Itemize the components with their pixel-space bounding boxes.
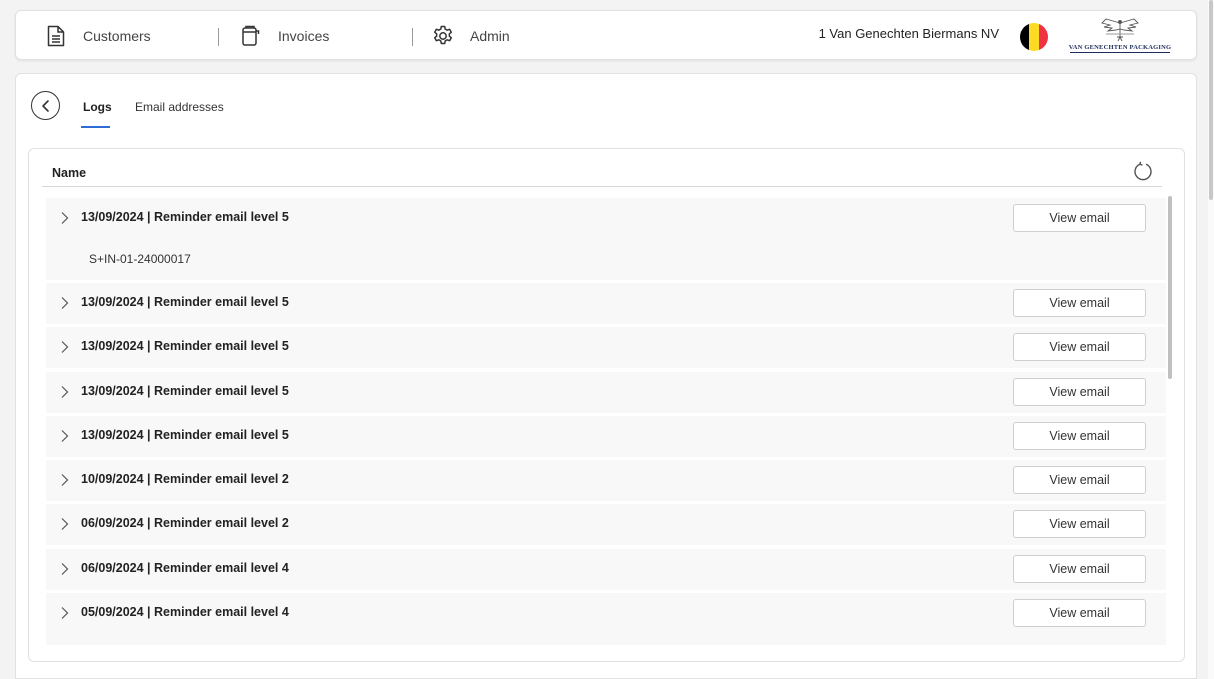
row-title: 13/09/2024 | Reminder email level 5 <box>81 339 289 353</box>
view-email-button[interactable]: View email <box>1013 510 1146 538</box>
nav-label-customers: Customers <box>83 28 151 44</box>
nav-divider <box>218 28 219 46</box>
nav-item-admin[interactable]: Admin <box>431 11 510 61</box>
invoice-icon <box>239 24 263 48</box>
row-title: 13/09/2024 | Reminder email level 5 <box>81 428 289 442</box>
row-detail-invoice-number: S+IN-01-24000017 <box>89 252 191 266</box>
belgium-flag[interactable] <box>1020 23 1048 51</box>
row-title: 13/09/2024 | Reminder email level 5 <box>81 295 289 309</box>
chevron-right-icon[interactable] <box>60 473 70 487</box>
gear-icon <box>431 24 455 48</box>
table-row[interactable]: 13/09/2024 | Reminder email level 5 View … <box>46 327 1166 368</box>
company-name[interactable]: 1 Van Genechten Biermans NV <box>819 26 999 41</box>
logo-underline <box>1070 52 1170 53</box>
document-icon <box>44 24 68 48</box>
table-row[interactable]: 06/09/2024 | Reminder email level 4 View … <box>46 549 1166 590</box>
table-row[interactable]: 13/09/2024 | Reminder email level 5 View … <box>46 372 1166 413</box>
scrollbar-thumb[interactable] <box>1168 196 1172 379</box>
table-row[interactable]: 06/09/2024 | Reminder email level 2 View … <box>46 504 1166 545</box>
view-email-button[interactable]: View email <box>1013 378 1146 406</box>
main-content-card: Logs Email addresses Name 13/09/2024 | R… <box>15 73 1197 679</box>
page-scrollbar-thumb[interactable] <box>1209 0 1213 200</box>
table-row[interactable]: 10/09/2024 | Reminder email level 2 View … <box>46 460 1166 501</box>
chevron-right-icon[interactable] <box>60 517 70 531</box>
table-scrollbar[interactable] <box>1166 196 1174 646</box>
column-header-name[interactable]: Name <box>52 166 86 180</box>
active-tab-indicator <box>81 126 110 128</box>
nav-label-invoices: Invoices <box>278 28 330 44</box>
nav-item-customers[interactable]: Customers <box>44 11 151 61</box>
page-scrollbar[interactable] <box>1208 0 1214 679</box>
eagle-emblem-icon <box>1101 18 1139 42</box>
nav-divider <box>412 28 413 46</box>
row-title: 13/09/2024 | Reminder email level 5 <box>81 210 289 224</box>
company-logo: VAN GENECHTEN PACKAGING <box>1068 17 1172 55</box>
view-email-button[interactable]: View email <box>1013 289 1146 317</box>
logs-table: Name 13/09/2024 | Reminder email level 5… <box>28 148 1185 662</box>
nav-item-invoices[interactable]: Invoices <box>239 11 329 61</box>
row-title: 06/09/2024 | Reminder email level 4 <box>81 561 289 575</box>
view-email-button[interactable]: View email <box>1013 422 1146 450</box>
table-row[interactable]: 13/09/2024 | Reminder email level 5 View … <box>46 198 1166 280</box>
table-row[interactable]: 13/09/2024 | Reminder email level 5 View … <box>46 416 1166 457</box>
chevron-right-icon[interactable] <box>60 211 70 225</box>
view-email-button[interactable]: View email <box>1013 466 1146 494</box>
chevron-right-icon[interactable] <box>60 429 70 443</box>
table-row[interactable]: 13/09/2024 | Reminder email level 5 View … <box>46 283 1166 324</box>
table-header: Name <box>42 149 1162 187</box>
tab-logs[interactable]: Logs <box>83 100 112 114</box>
chevron-left-icon <box>41 99 49 112</box>
view-email-button[interactable]: View email <box>1013 333 1146 361</box>
chevron-right-icon[interactable] <box>60 385 70 399</box>
refresh-button[interactable] <box>1132 161 1154 183</box>
chevron-right-icon[interactable] <box>60 296 70 310</box>
view-email-button[interactable]: View email <box>1013 204 1146 232</box>
chevron-right-icon[interactable] <box>60 562 70 576</box>
tab-email-addresses[interactable]: Email addresses <box>135 100 224 114</box>
table-row[interactable]: 05/09/2024 | Reminder email level 4 View … <box>46 593 1166 645</box>
back-button[interactable] <box>31 91 60 120</box>
row-title: 05/09/2024 | Reminder email level 4 <box>81 605 289 619</box>
chevron-right-icon[interactable] <box>60 340 70 354</box>
view-email-button[interactable]: View email <box>1013 555 1146 583</box>
refresh-icon <box>1134 161 1152 181</box>
row-title: 10/09/2024 | Reminder email level 2 <box>81 472 289 486</box>
top-navigation-bar: Customers Invoices Admin 1 Van Genechten… <box>15 10 1197 60</box>
row-title: 06/09/2024 | Reminder email level 2 <box>81 516 289 530</box>
row-title: 13/09/2024 | Reminder email level 5 <box>81 384 289 398</box>
chevron-right-icon[interactable] <box>60 606 70 620</box>
nav-label-admin: Admin <box>470 28 510 44</box>
logo-text: VAN GENECHTEN PACKAGING <box>1068 44 1172 51</box>
view-email-button[interactable]: View email <box>1013 599 1146 627</box>
